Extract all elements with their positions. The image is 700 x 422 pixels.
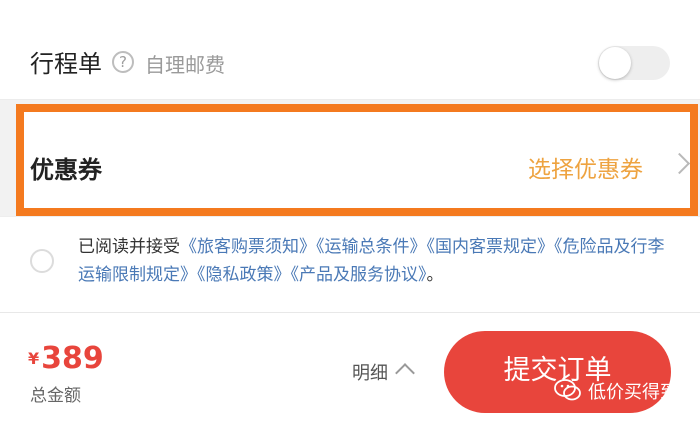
detail-toggle[interactable]: 明细 bbox=[352, 359, 388, 385]
toggle-knob bbox=[599, 47, 631, 79]
total-price: ¥389 bbox=[28, 341, 104, 376]
itinerary-toggle[interactable] bbox=[598, 46, 670, 80]
link-service-agreement[interactable]: 《产品及服务协议》 bbox=[291, 265, 427, 285]
agreement-row: 已阅读并接受《旅客购票须知》《运输总条件》《国内客票规定》《危险品及行李运输限制… bbox=[0, 216, 700, 312]
agreement-suffix: 。 bbox=[426, 265, 444, 285]
total-label: 总金额 bbox=[30, 386, 81, 406]
choose-coupon-link[interactable]: 选择优惠券 bbox=[528, 150, 643, 184]
currency-symbol: ¥ bbox=[28, 349, 40, 368]
watermark-text: 低价买得到 bbox=[588, 382, 678, 403]
agreement-radio[interactable] bbox=[30, 249, 54, 273]
link-privacy-policy[interactable]: 《隐私政策》 bbox=[197, 265, 291, 285]
checkout-footer: ¥389 总金额 明细 提交订单 bbox=[0, 312, 700, 422]
coupon-title: 优惠券 bbox=[30, 156, 102, 184]
chevron-up-icon[interactable] bbox=[395, 363, 415, 383]
coupon-row[interactable]: 优惠券 选择优惠券 bbox=[16, 104, 698, 216]
help-icon[interactable]: ? bbox=[112, 51, 134, 73]
wechat-icon bbox=[554, 379, 581, 401]
itinerary-title: 行程单 bbox=[30, 50, 102, 78]
agreement-prefix: 已阅读并接受 bbox=[78, 237, 180, 257]
link-domestic-ticket-rules[interactable]: 《国内客票规定》 bbox=[427, 237, 555, 257]
itinerary-note: 自理邮费 bbox=[145, 53, 225, 77]
itinerary-row: 行程单 ? 自理邮费 bbox=[0, 0, 700, 100]
chevron-right-icon bbox=[668, 152, 691, 175]
agreement-text: 已阅读并接受《旅客购票须知》《运输总条件》《国内客票规定》《危险品及行李运输限制… bbox=[78, 233, 678, 289]
price-value: 389 bbox=[41, 341, 104, 376]
link-transport-terms[interactable]: 《运输总条件》 bbox=[316, 237, 427, 257]
link-ticket-notice[interactable]: 《旅客购票须知》 bbox=[180, 237, 316, 257]
